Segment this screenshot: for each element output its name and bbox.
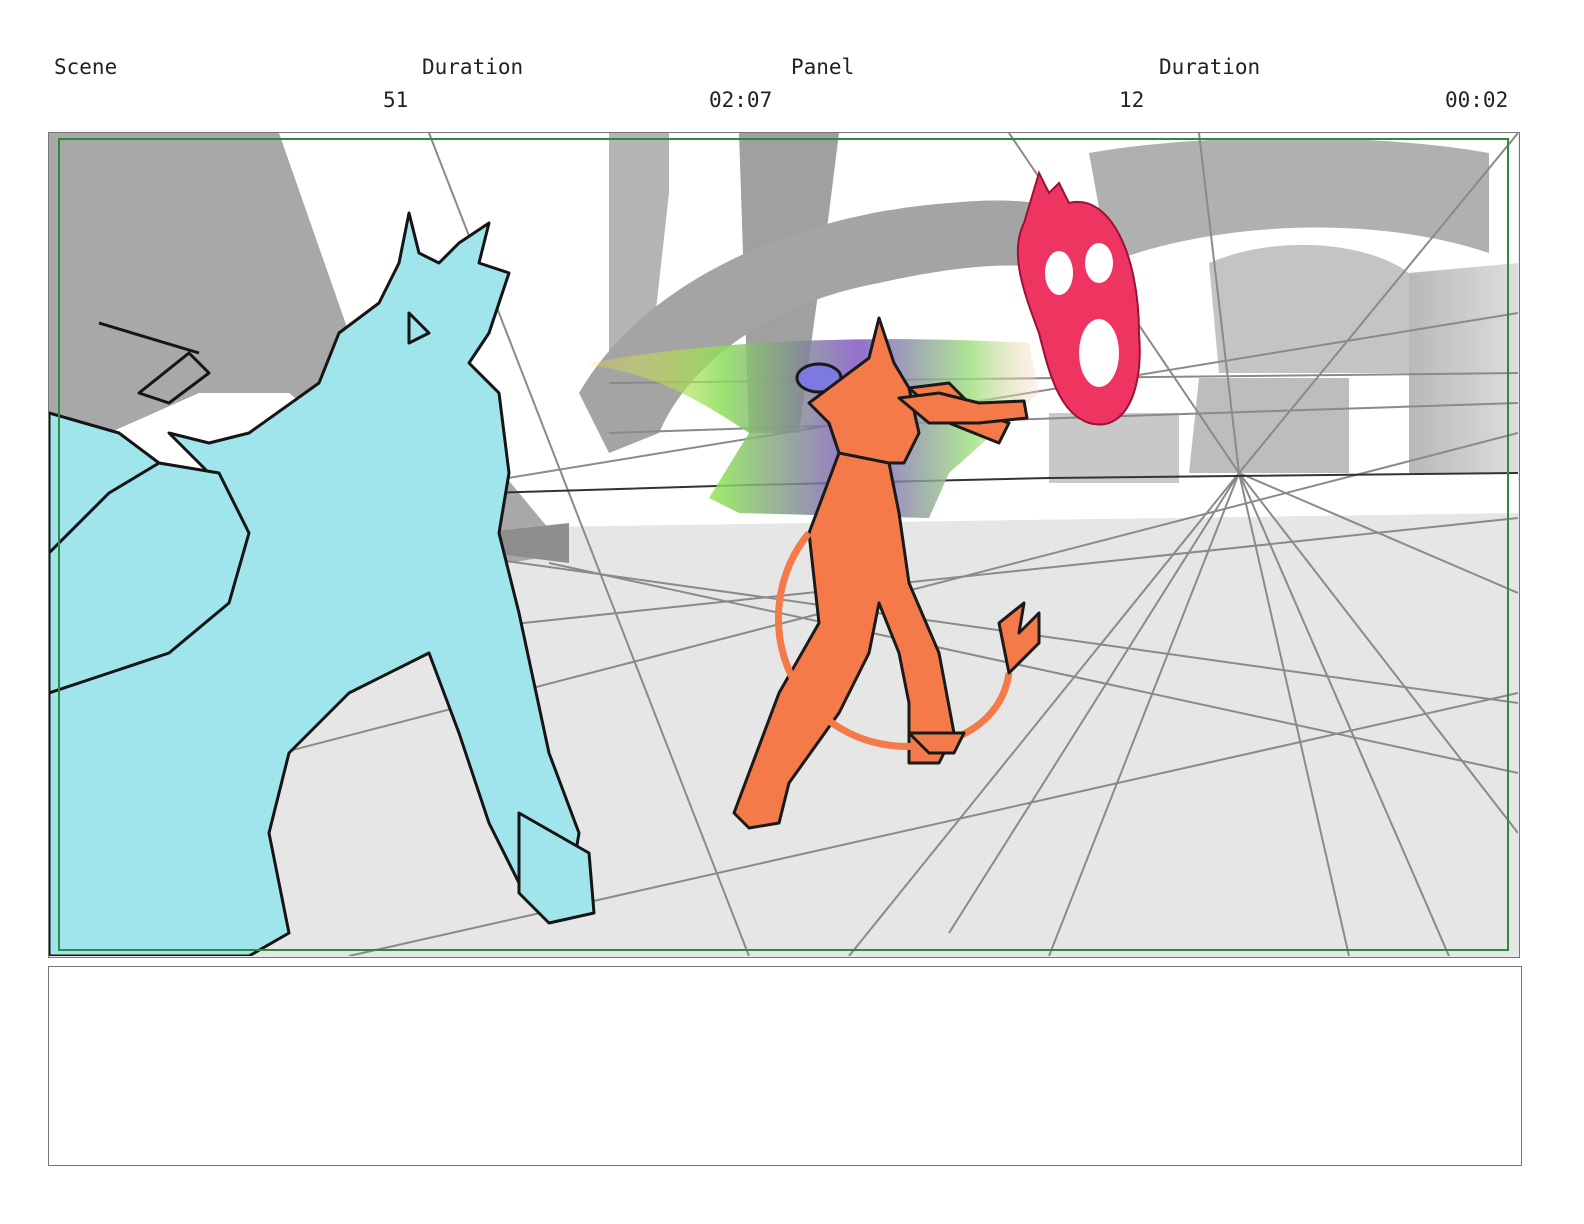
panel-notes-box[interactable] (48, 966, 1522, 1166)
scene-duration: 02:07 (709, 88, 773, 112)
scene-duration-label: Duration (422, 55, 524, 79)
scene-number: 51 (383, 88, 409, 112)
storyboard-panel[interactable] (48, 132, 1520, 958)
panel-label: Panel (791, 55, 855, 79)
panel-duration-label: Duration (1159, 55, 1261, 79)
panel-duration: 00:02 (1445, 88, 1509, 112)
scene-label: Scene (54, 55, 118, 79)
panel-number: 12 (1119, 88, 1145, 112)
panel-notes-text (49, 967, 1521, 991)
panel-artwork (49, 133, 1518, 956)
